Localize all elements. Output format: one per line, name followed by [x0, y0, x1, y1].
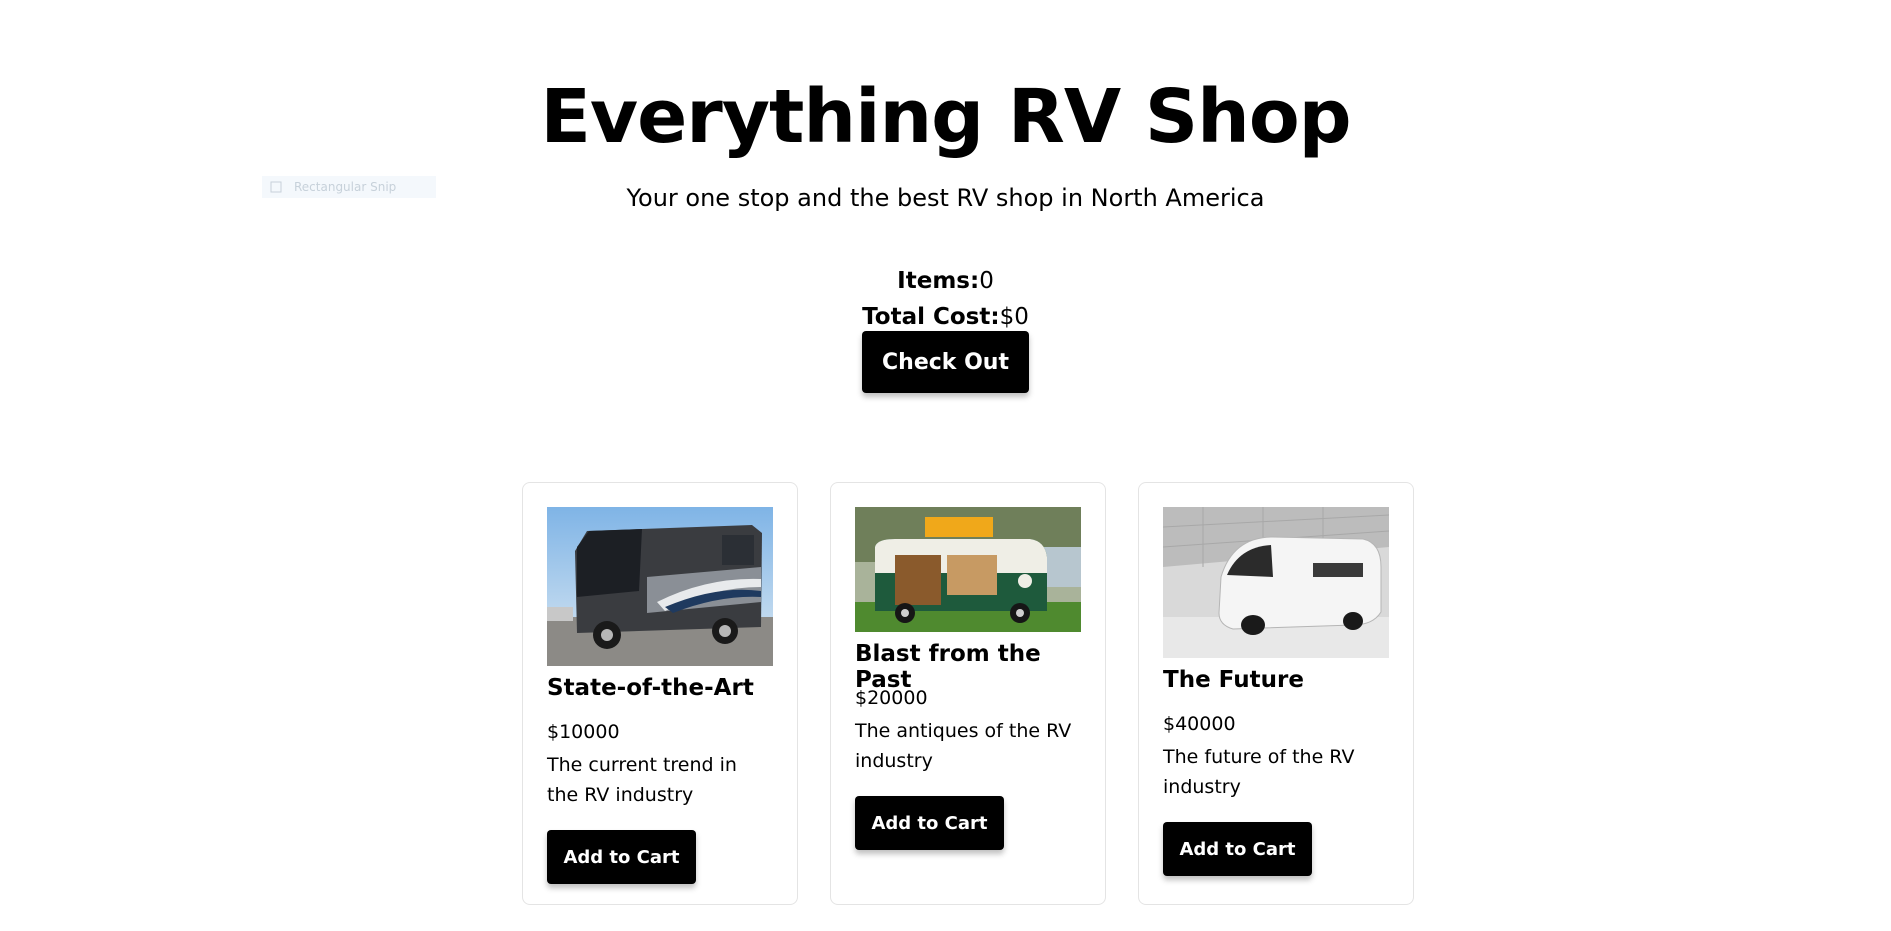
product-image-futuristic-van	[1163, 507, 1389, 658]
product-card-state-of-the-art: State-of-the-Art $10000 The current tren…	[522, 482, 798, 905]
product-card-the-future: The Future $40000 The future of the RV i…	[1138, 482, 1414, 905]
items-label: Items:	[897, 268, 980, 294]
total-cost-label: Total Cost:	[862, 304, 1000, 330]
page-title: Everything RV Shop	[540, 74, 1351, 160]
product-image-vintage-van	[855, 507, 1081, 632]
product-name: The Future	[1163, 667, 1304, 693]
items-count: 0	[979, 268, 994, 294]
total-cost-row: Total Cost:$0	[0, 299, 1891, 335]
product-description: The future of the RV industry	[1163, 746, 1355, 798]
product-image-motorhome	[547, 507, 773, 666]
product-description: The current trend in the RV industry	[547, 754, 737, 806]
product-card-blast-from-the-past: Blast from the Past $20000 The antiques …	[830, 482, 1106, 905]
check-out-button[interactable]: Check Out	[862, 331, 1029, 393]
items-row: Items:0	[0, 263, 1891, 299]
add-to-cart-button[interactable]: Add to Cart	[855, 796, 1004, 850]
page: Rectangular Snip Everything RV Shop Your…	[0, 0, 1891, 931]
cart-summary: Items:0 Total Cost:$0	[0, 263, 1891, 335]
product-price: $10000	[547, 721, 620, 743]
add-to-cart-button[interactable]: Add to Cart	[547, 830, 696, 884]
product-name: State-of-the-Art	[547, 675, 754, 701]
page-subtitle: Your one stop and the best RV shop in No…	[626, 184, 1265, 212]
product-description: The antiques of the RV industry	[855, 720, 1072, 772]
product-name: Blast from the Past	[855, 641, 1041, 693]
product-price: $40000	[1163, 713, 1236, 735]
total-cost-value: $0	[999, 304, 1029, 330]
add-to-cart-button[interactable]: Add to Cart	[1163, 822, 1312, 876]
product-price: $20000	[855, 687, 928, 709]
header: Everything RV Shop Your one stop and the…	[0, 72, 1891, 212]
